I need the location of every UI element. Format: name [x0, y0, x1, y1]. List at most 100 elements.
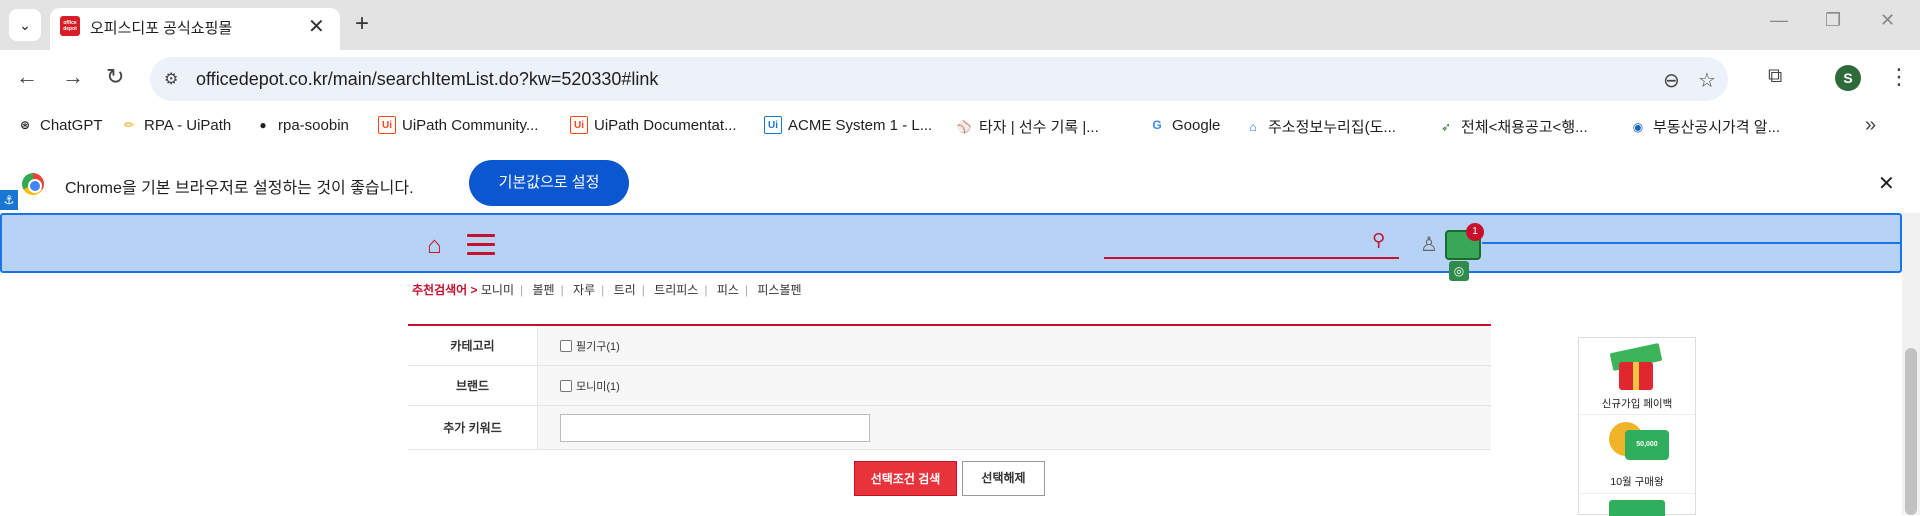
tab-strip: ⌄ office depot 오피스디포 공식쇼핑몰 ✕ + — ❐ ✕ [0, 0, 1920, 50]
reco-term[interactable]: 피스볼펜 [757, 283, 801, 297]
google-icon: G [1152, 118, 1162, 132]
cart-count-badge: 1 [1466, 223, 1484, 241]
bookmark-item[interactable]: Ui UiPath Documentat... [570, 116, 737, 134]
target-marker-icon: ◎ [1449, 261, 1469, 281]
reco-term[interactable]: 모니미 [481, 283, 514, 297]
active-tab[interactable]: office depot 오피스디포 공식쇼핑몰 ✕ [50, 8, 340, 50]
tab-close-icon[interactable]: ✕ [308, 14, 325, 39]
bookmark-label: RPA - UiPath [144, 116, 232, 134]
reco-term[interactable]: 피스 [717, 283, 739, 297]
scrollbar-thumb[interactable] [1905, 348, 1917, 515]
close-window-button[interactable]: ✕ [1880, 10, 1895, 31]
bookmarks-bar: ⊛ ChatGPT ✏ RPA - UiPath ● rpa-soobin Ui UiP… [0, 108, 1920, 144]
github-icon: ● [259, 118, 267, 132]
acme-icon: Ui [764, 116, 782, 134]
chevron-down-icon: ⌄ [19, 16, 31, 33]
side-banner: 신규가입 페이백 50,000 10월 구매왕 [1578, 337, 1696, 516]
bookmark-item[interactable]: ● rpa-soobin [254, 116, 349, 134]
filter-reset-button[interactable]: 선택해제 [962, 461, 1045, 496]
reco-term[interactable]: 자루 [573, 283, 595, 297]
filter-label: 브랜드 [408, 366, 538, 405]
highlight-connector [1482, 242, 1902, 244]
recommended-label: 추천검색어 > [412, 283, 478, 297]
category-option[interactable]: 필기구(1) [576, 338, 620, 354]
bookmark-label: 부동산공시가격 알... [1653, 119, 1781, 136]
zoom-icon[interactable]: ⊖ [1663, 68, 1680, 93]
reco-term[interactable]: 트리 [614, 283, 636, 297]
search-icon[interactable]: ⚲ [1372, 230, 1385, 251]
bookmark-item[interactable]: G Google [1148, 116, 1220, 134]
bookmark-star-icon[interactable]: ☆ [1698, 68, 1716, 93]
browser-toolbar: ← → ↻ ⚙ officedepot.co.kr/main/searchIte… [0, 50, 1920, 108]
bookmarks-overflow-icon[interactable]: » [1865, 114, 1876, 137]
bookmark-label: 전체<채용공고<행... [1461, 119, 1588, 136]
bookmark-item[interactable]: Ui UiPath Community... [378, 116, 538, 134]
anchor-icon[interactable]: ⚓ [0, 190, 18, 210]
bookmark-label: UiPath Community... [402, 116, 539, 134]
bookmark-label: UiPath Documentat... [594, 116, 737, 134]
bird-icon: ➶ [1440, 119, 1452, 134]
extra-keyword-input[interactable] [560, 413, 870, 442]
infobar-close-icon[interactable]: ✕ [1878, 171, 1895, 196]
gift-box-icon [1609, 342, 1663, 390]
globe-icon: ◉ [1632, 119, 1644, 134]
brand-checkbox[interactable] [560, 379, 572, 392]
address-bar[interactable]: ⚙ officedepot.co.kr/main/searchItemList.… [150, 57, 1728, 101]
profile-avatar[interactable]: S [1835, 65, 1861, 91]
bookmark-label: rpa-soobin [278, 116, 349, 134]
brand-option[interactable]: 모니미(1) [576, 378, 620, 394]
forward-arrow-icon[interactable]: → [62, 64, 84, 90]
chatgpt-icon: ⊛ [19, 118, 31, 132]
home-icon[interactable]: ⌂ [427, 232, 442, 260]
filter-label: 카테고리 [408, 326, 538, 365]
extensions-puzzle-icon[interactable]: ⧉ [1768, 65, 1782, 88]
url-text: officedepot.co.kr/main/searchItemList.do… [196, 69, 659, 89]
more-menu-icon[interactable]: ⋮ [1888, 64, 1910, 90]
bookmark-item[interactable]: ✏ RPA - UiPath [120, 116, 231, 134]
default-browser-infobar: Chrome을 기본 브라우저로 설정하는 것이 좋습니다. 기본값으로 설정 … [0, 155, 1920, 213]
search-filter-table: 카테고리 필기구(1) 브랜드 모니미(1) 추가 키워드 [408, 324, 1491, 450]
hamburger-menu-icon[interactable] [467, 234, 495, 261]
bookmark-label: Google [1172, 116, 1221, 134]
reload-icon[interactable]: ↻ [106, 64, 124, 90]
bookmark-item[interactable]: ➶ 전체<채용공고<행... [1437, 116, 1588, 137]
recommended-keywords: 추천검색어 > 모니미 | 볼펜 | 자루 | 트리 | 트리피스 | 피스 | 피스볼펜 [412, 283, 802, 297]
gift-card-amount: 50,000 [1625, 430, 1669, 460]
user-icon[interactable]: ♙ [1420, 232, 1438, 257]
gift-card-icon: 50,000 [1607, 418, 1669, 463]
tab-search-button[interactable]: ⌄ [9, 9, 41, 41]
search-input[interactable] [1104, 257, 1399, 259]
tab-title: 오피스디포 공식쇼핑몰 [90, 20, 233, 37]
bookmark-label: 주소정보누리집(도... [1268, 119, 1396, 136]
minimize-button[interactable]: — [1770, 10, 1788, 31]
site-header: ⌂ ⚲ ♙ 1 ◎ [0, 213, 1902, 281]
bookmark-label: ACME System 1 - L... [788, 116, 933, 134]
restore-button[interactable]: ❐ [1825, 10, 1841, 31]
side-banner-item[interactable]: 신규가입 페이백 [1579, 396, 1695, 411]
officedepot-favicon-icon: office depot [60, 16, 80, 36]
uipath-icon: Ui [378, 116, 396, 134]
new-tab-button[interactable]: + [355, 10, 369, 38]
reco-term[interactable]: 트리피스 [654, 283, 698, 297]
bookmark-label: ChatGPT [40, 116, 103, 134]
filter-row-category: 카테고리 필기구(1) [408, 326, 1491, 366]
chrome-logo-icon [22, 173, 44, 195]
site-info-icon[interactable]: ⚙ [164, 69, 178, 89]
kbo-icon: ⚾ [956, 119, 972, 134]
filter-row-brand: 브랜드 모니미(1) [408, 366, 1491, 406]
house-icon: ⌂ [1249, 119, 1257, 134]
bookmark-item[interactable]: ⚾ 타자 | 선수 기록 |... [955, 116, 1099, 137]
bookmark-item[interactable]: ⊛ ChatGPT [16, 116, 103, 134]
set-default-button[interactable]: 기본값으로 설정 [469, 160, 629, 206]
filter-search-button[interactable]: 선택조건 검색 [854, 461, 957, 496]
bookmark-item[interactable]: Ui ACME System 1 - L... [764, 116, 932, 134]
filter-row-keyword: 추가 키워드 [408, 406, 1491, 450]
page-scrollbar[interactable] [1902, 213, 1920, 515]
back-arrow-icon[interactable]: ← [16, 64, 38, 90]
filter-label: 추가 키워드 [408, 406, 538, 449]
bookmark-item[interactable]: ⌂ 주소정보누리집(도... [1244, 116, 1396, 137]
bookmark-item[interactable]: ◉ 부동산공시가격 알... [1629, 116, 1780, 137]
reco-term[interactable]: 볼펜 [532, 283, 554, 297]
category-checkbox[interactable] [560, 339, 572, 352]
side-banner-item[interactable]: 10월 구매왕 [1579, 474, 1695, 489]
